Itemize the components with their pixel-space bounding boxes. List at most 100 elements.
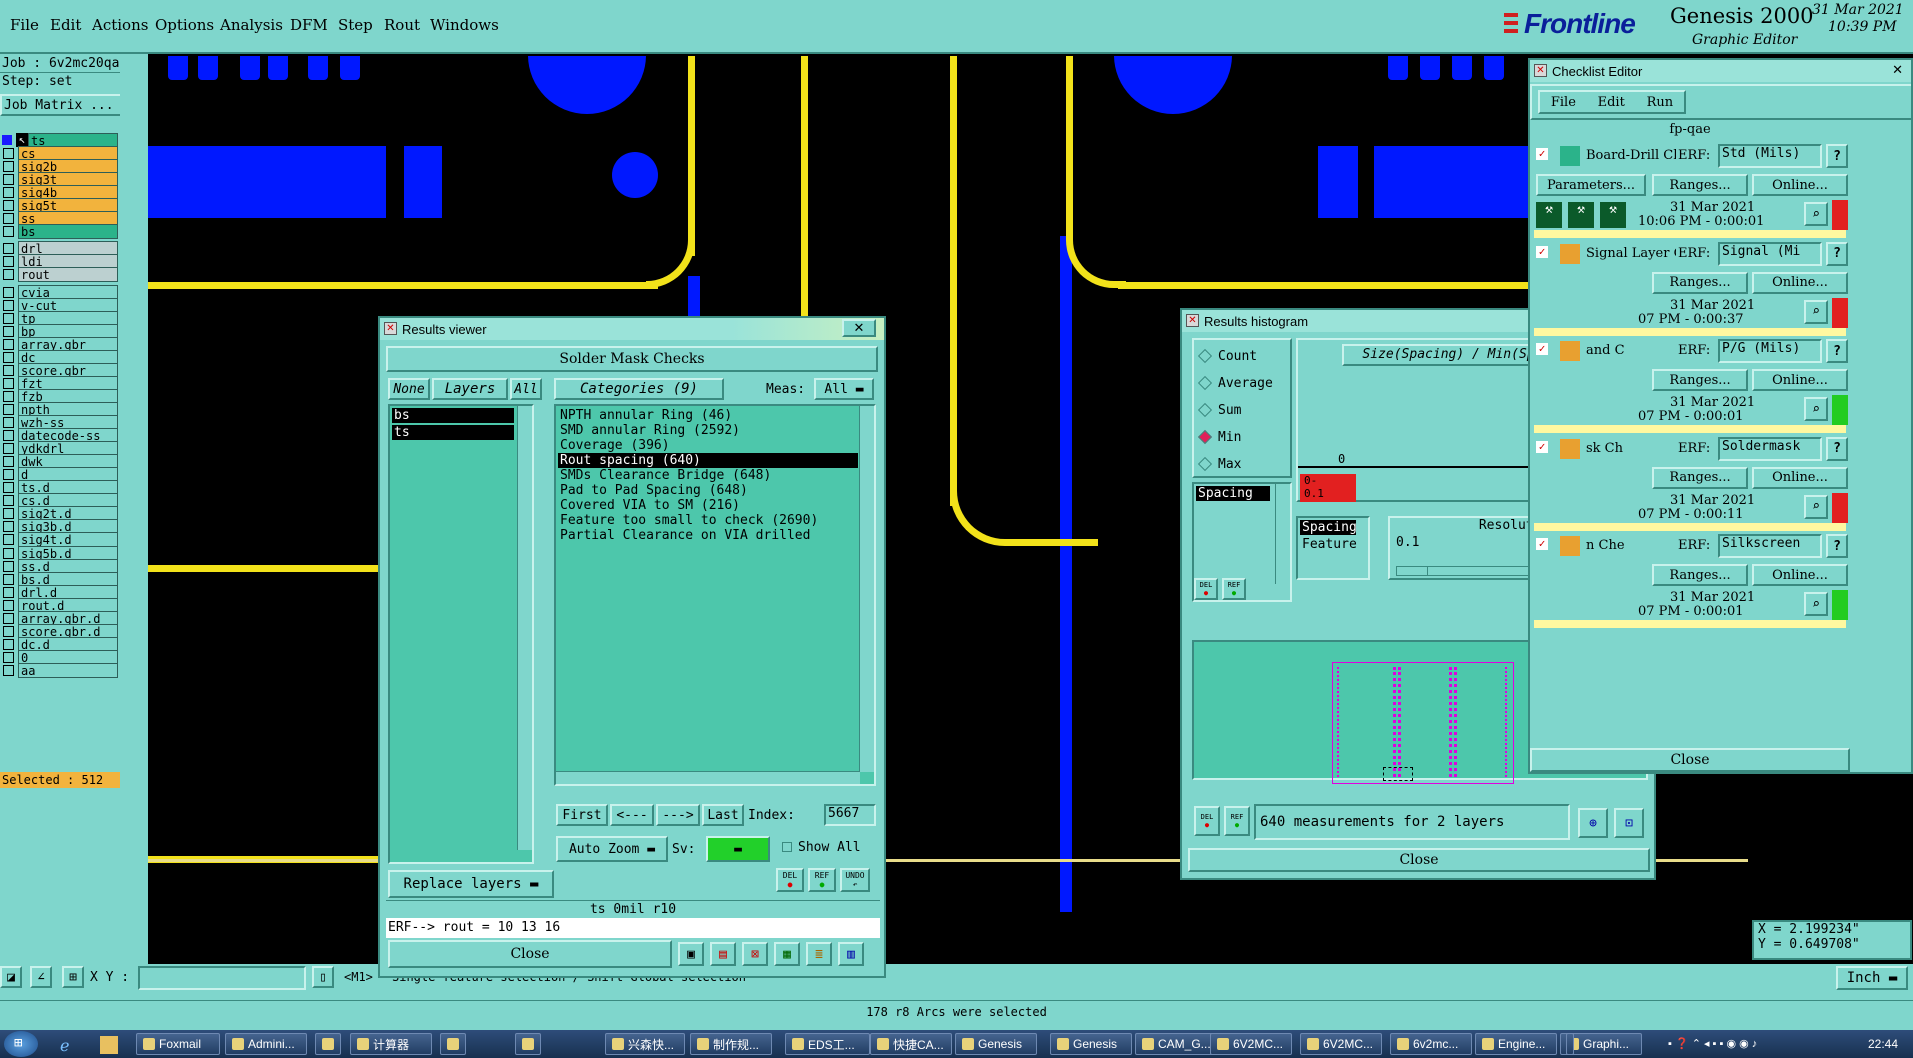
graphic-view-button[interactable]: ▣ [678, 942, 704, 966]
erf-select[interactable]: Soldermask [1718, 436, 1822, 461]
start-button[interactable]: ⊞ [4, 1031, 38, 1057]
menu-run[interactable]: Run [1647, 95, 1674, 110]
taskbar-button[interactable]: Genesis [955, 1033, 1037, 1055]
taskbar-button[interactable]: 6V2MC... [1300, 1033, 1382, 1055]
xy-input[interactable] [138, 966, 306, 990]
ranges-button[interactable]: Ranges... [1652, 466, 1748, 489]
layer-row[interactable]: rout [0, 266, 118, 282]
histogram-button[interactable]: ▥ [838, 942, 864, 966]
taskbar-button[interactable]: Foxmail [136, 1033, 220, 1055]
layer-checkbox[interactable] [3, 469, 14, 481]
layer-checkbox[interactable] [3, 508, 14, 520]
layer-checkbox[interactable] [3, 430, 14, 442]
taskbar-button[interactable]: 制作规... [690, 1033, 772, 1055]
layer-checkbox[interactable] [3, 268, 14, 280]
layer-checkbox[interactable] [3, 651, 14, 663]
export-button[interactable]: ▦ [774, 942, 800, 966]
erf-select[interactable]: Std (Mils) [1718, 144, 1822, 168]
close-icon[interactable]: ✕ [1892, 62, 1903, 78]
mode-option[interactable]: Min [1197, 427, 1241, 447]
ref-button[interactable]: REF ● [1224, 806, 1250, 836]
grid-tool-button[interactable]: ⊞ [62, 966, 84, 988]
mode-option[interactable]: Average [1197, 373, 1273, 393]
layer-checkbox[interactable] [3, 299, 14, 311]
run-icon[interactable]: ⚒ [1568, 202, 1594, 228]
help-icon[interactable]: ? [1826, 241, 1848, 266]
menu-options[interactable]: Options [155, 16, 214, 34]
check-enable-checkbox[interactable]: ✓ [1536, 148, 1548, 160]
del-button[interactable]: DEL ● [1194, 578, 1218, 600]
taskbar-button[interactable]: 6V2MC... [1210, 1033, 1292, 1055]
auto-zoom-select[interactable]: Auto Zoom ▬ [556, 836, 668, 862]
menu-dfm[interactable]: DFM [290, 16, 328, 34]
close-button[interactable]: Close [388, 940, 672, 968]
layer-checkbox[interactable] [3, 417, 14, 428]
severity-select[interactable]: ▬ [706, 836, 770, 862]
ie-icon[interactable]: ℯ [60, 1036, 78, 1055]
zoom-icon[interactable]: ⌕ [1804, 494, 1828, 519]
close-icon[interactable]: ✕ [842, 319, 876, 337]
menu-analysis[interactable]: Analysis [220, 16, 283, 34]
zoom-icon[interactable]: ⌕ [1804, 202, 1828, 226]
layer-checkbox[interactable] [3, 364, 14, 376]
erf-select[interactable]: Silkscreen [1718, 534, 1822, 558]
radio-icon[interactable] [1197, 402, 1213, 418]
category-item[interactable]: Coverage (396) [558, 438, 858, 453]
layer-checkbox[interactable] [3, 160, 14, 172]
menu-file[interactable]: File [10, 16, 39, 34]
taskbar-button[interactable]: Genesis [1050, 1033, 1132, 1055]
none-button[interactable]: None [388, 378, 430, 400]
layer-checkbox[interactable] [3, 456, 14, 468]
show-all-checkbox[interactable] [782, 842, 792, 852]
close-button[interactable]: Close [1188, 848, 1650, 872]
select-all-icon[interactable] [2, 135, 12, 145]
ranges-button[interactable]: Ranges... [1652, 564, 1748, 586]
list-item[interactable]: bs [392, 408, 514, 423]
check-enable-checkbox[interactable]: ✓ [1536, 440, 1548, 453]
histogram-bar[interactable]: 0- 0.1 [1300, 474, 1356, 502]
layer-checkbox[interactable] [3, 186, 14, 198]
ref-button[interactable]: REF ● [1222, 578, 1246, 600]
layer-checkbox[interactable] [3, 212, 14, 224]
info-button[interactable]: ▯ [312, 966, 334, 988]
radio-icon[interactable] [1197, 348, 1213, 364]
layer-checkbox[interactable] [3, 377, 14, 389]
layer-checkbox[interactable] [3, 612, 14, 624]
menu-windows[interactable]: Windows [430, 16, 499, 34]
taskbar-button[interactable] [440, 1033, 466, 1055]
units-select[interactable]: Inch ▬ [1836, 966, 1908, 990]
list-item[interactable]: Spacing [1300, 520, 1357, 535]
meas-select[interactable]: All ▬ [814, 378, 874, 400]
help-icon[interactable]: ? [1826, 144, 1848, 168]
measure-tool-button[interactable]: ∠ [30, 966, 52, 988]
taskbar-button[interactable]: Admini... [225, 1033, 307, 1055]
window-titlebar[interactable]: ✕ Results viewer ✕ [380, 318, 884, 340]
menu-edit[interactable]: Edit [50, 16, 81, 34]
category-item[interactable]: Covered VIA to SM (216) [558, 498, 858, 513]
check-enable-checkbox[interactable]: ✓ [1536, 245, 1548, 258]
taskbar-button[interactable]: 兴森快... [605, 1033, 685, 1055]
mode-option[interactable]: Count [1197, 346, 1257, 366]
menu-actions[interactable]: Actions [92, 16, 148, 34]
category-list-hscrollbar[interactable] [556, 771, 860, 784]
layer-checkbox[interactable] [3, 242, 14, 254]
zoom-icon[interactable]: ⌕ [1804, 592, 1828, 616]
zoom-icon[interactable]: ⌕ [1804, 299, 1828, 324]
layer-checkbox[interactable] [3, 495, 14, 507]
category-item[interactable]: Pad to Pad Spacing (648) [558, 483, 858, 498]
replace-layers-select[interactable]: Replace layers ▬ [388, 870, 554, 898]
run-icon[interactable]: ⚒ [1600, 202, 1626, 228]
layer-checkbox[interactable] [3, 599, 14, 611]
mode-option[interactable]: Sum [1197, 400, 1241, 420]
layer-checkbox[interactable] [3, 560, 14, 572]
mode-option[interactable]: Max [1197, 454, 1241, 474]
category-item[interactable]: NPTH annular Ring (46) [558, 408, 858, 423]
layer-checkbox[interactable] [3, 638, 14, 650]
del-button[interactable]: DEL ● [1194, 806, 1220, 836]
ref-button[interactable]: REF ● [808, 868, 836, 892]
category-item[interactable]: Feature too small to check (2690) [558, 513, 858, 528]
taskbar-button[interactable] [515, 1033, 541, 1055]
taskbar-button[interactable]: EDS工... [785, 1033, 870, 1055]
radio-icon[interactable] [1197, 456, 1213, 472]
layer-checkbox[interactable] [3, 664, 14, 676]
